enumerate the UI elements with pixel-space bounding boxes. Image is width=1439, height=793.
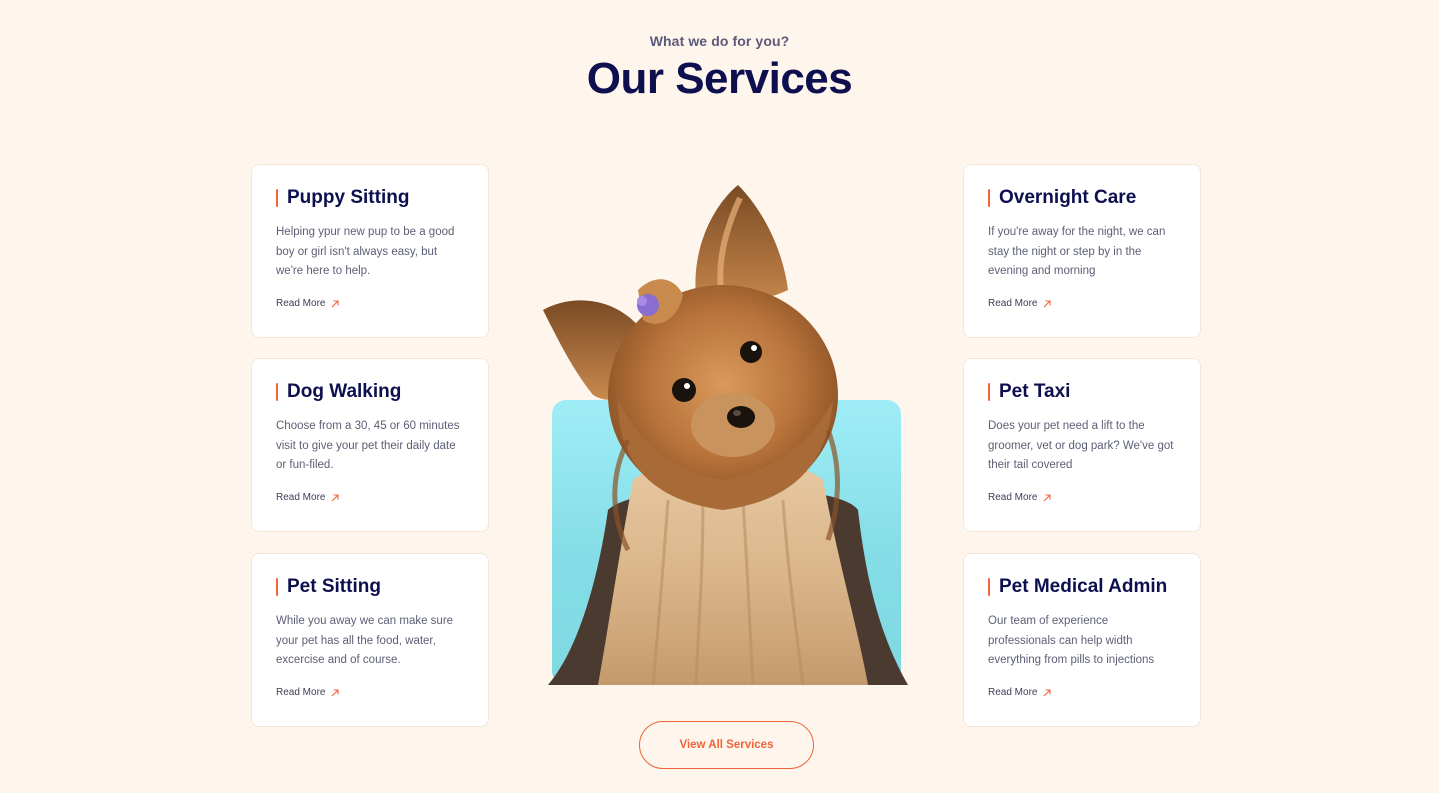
service-title-text: Pet Taxi [999,381,1071,402]
read-more-label: Read More [276,492,326,503]
read-more-label: Read More [988,687,1038,698]
service-card-overnight-care: Overnight Care If you're away for the ni… [963,164,1201,338]
arrow-up-right-icon [1044,688,1052,696]
arrow-up-right-icon [332,299,340,307]
service-card-title: Pet Sitting [276,576,464,598]
arrow-up-right-icon [1044,493,1052,501]
read-more-label: Read More [988,298,1038,309]
read-more-label: Read More [988,492,1038,503]
service-description: While you away we can make sure your pet… [276,615,454,666]
arrow-up-right-icon [332,493,340,501]
yorkshire-terrier-illustration [543,185,908,686]
read-more-link[interactable]: Read More [988,492,1052,503]
hero-image [538,180,912,688]
service-title-text: Pet Sitting [287,576,381,597]
service-card-dog-walking: Dog Walking Choose from a 30, 45 or 60 m… [251,358,489,532]
accent-bar [276,383,278,401]
service-title-text: Puppy Sitting [287,187,410,208]
service-title-text: Pet Medical Admin [999,576,1168,597]
service-description: Does your pet need a lift to the groomer… [988,420,1174,471]
service-card-title: Overnight Care [988,187,1176,209]
read-more-link[interactable]: Read More [276,492,340,503]
read-more-link[interactable]: Read More [988,298,1052,309]
service-card-pet-medical-admin: Pet Medical Admin Our team of experience… [963,553,1201,727]
read-more-link[interactable]: Read More [276,298,340,309]
section-title: Our Services [586,54,853,103]
service-card-pet-taxi: Pet Taxi Does your pet need a lift to th… [963,358,1201,532]
service-description: Our team of experience professionals can… [988,615,1155,666]
read-more-link[interactable]: Read More [988,687,1052,698]
arrow-up-right-icon [1044,299,1052,307]
accent-bar [988,189,990,207]
accent-bar [276,189,278,207]
accent-bar [988,383,990,401]
service-card-title: Pet Taxi [988,381,1176,403]
service-title-text: Dog Walking [287,381,402,402]
service-card-title: Dog Walking [276,381,464,403]
arrow-up-right-icon [332,688,340,696]
view-all-services-button[interactable]: View All Services [639,721,814,769]
service-card-pet-sitting: Pet Sitting While you away we can make s… [251,553,489,727]
service-card-puppy-sitting: Puppy Sitting Helping ypur new pup to be… [251,164,489,338]
service-description: If you're away for the night, we can sta… [988,226,1166,277]
service-description: Helping ypur new pup to be a good boy or… [276,226,455,277]
read-more-label: Read More [276,687,326,698]
service-card-title: Puppy Sitting [276,187,464,209]
read-more-link[interactable]: Read More [276,687,340,698]
read-more-label: Read More [276,298,326,309]
section-eyebrow: What we do for you? [649,33,790,49]
accent-bar [988,578,990,596]
services-section: What we do for you? Our Services Puppy S… [0,0,1439,793]
accent-bar [276,578,278,596]
service-description: Choose from a 30, 45 or 60 minutes visit… [276,420,460,471]
service-card-title: Pet Medical Admin [988,576,1176,598]
service-title-text: Overnight Care [999,187,1137,208]
